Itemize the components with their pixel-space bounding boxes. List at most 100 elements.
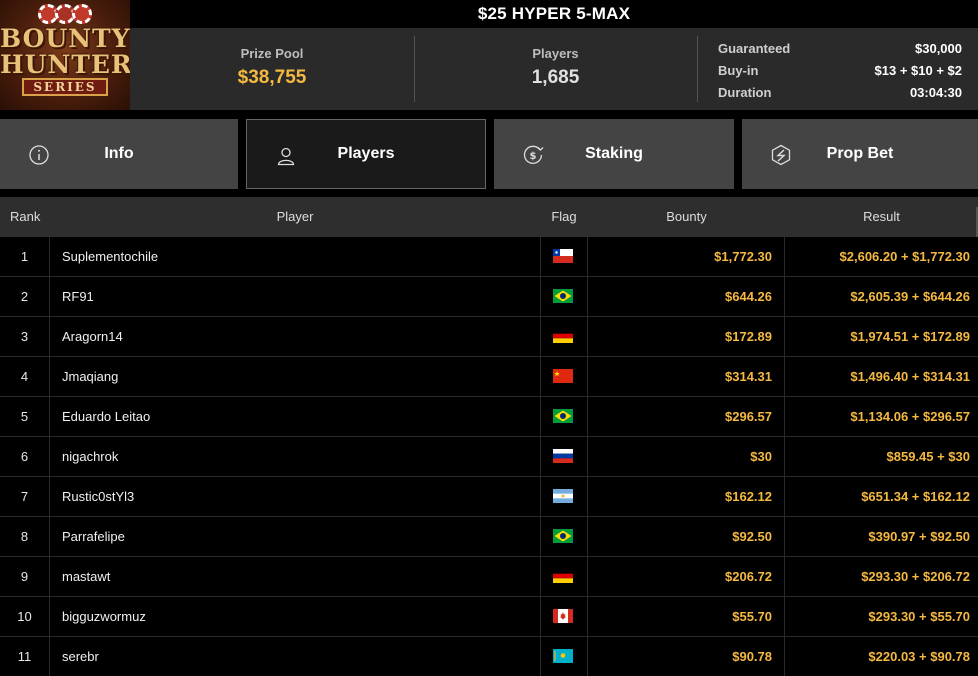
rank-cell: 1 (0, 237, 50, 277)
player-name[interactable]: Eduardo Leitao (62, 397, 532, 437)
brazil-flag-icon (553, 289, 573, 303)
brazil-flag-icon (553, 409, 573, 423)
germany-flag-icon (553, 569, 573, 583)
detail-duration: Duration 03:04:30 (718, 82, 962, 104)
tournament-title: $25 HYPER 5-MAX (130, 0, 978, 28)
flag-cell (540, 437, 588, 477)
flag-cell (540, 237, 588, 277)
table-row[interactable]: 4 Jmaqiang $314.31 $1,496.40 + $314.31 (0, 357, 978, 397)
flag-cell (540, 477, 588, 517)
bounty-cell: $296.57 (588, 397, 785, 437)
rank-cell: 7 (0, 477, 50, 517)
bounty-cell: $172.89 (588, 317, 785, 357)
table-row[interactable]: 9 mastawt $206.72 $293.30 + $206.72 (0, 557, 978, 597)
tournament-stats-panel: Prize Pool $38,755 Players 1,685 Guarant… (130, 28, 978, 110)
bounty-cell: $206.72 (588, 557, 785, 597)
stats-divider (697, 36, 698, 102)
player-name[interactable]: Jmaqiang (62, 357, 532, 397)
tab-label: Staking (585, 145, 643, 162)
bounty-cell: $314.31 (588, 357, 785, 397)
tab-label: Info (104, 145, 134, 162)
header-flag[interactable]: Flag (540, 197, 588, 237)
brazil-flag-icon (553, 529, 573, 543)
result-cell: $2,605.39 + $644.26 (850, 289, 970, 304)
germany-flag-icon (553, 329, 573, 343)
table-row[interactable]: 2 RF91 $644.26 $2,605.39 + $644.26 (0, 277, 978, 317)
prize-pool-label: Prize Pool (240, 46, 304, 61)
result-cell: $1,496.40 + $314.31 (850, 369, 970, 384)
detail-buy-in: Buy-in $13 + $10 + $2 (718, 60, 962, 82)
tab-players[interactable]: Players (246, 119, 486, 189)
table-row[interactable]: 8 Parrafelipe $92.50 $390.97 + $92.50 (0, 517, 978, 557)
flag-cell (540, 557, 588, 597)
chile-flag-icon (553, 249, 573, 263)
rank-cell: 5 (0, 397, 50, 437)
rank-cell: 8 (0, 517, 50, 557)
tab-label: Players (337, 145, 395, 162)
prize-pool-stat: Prize Pool $38,755 (130, 28, 414, 110)
result-cell: $293.30 + $55.70 (868, 609, 970, 624)
table-body: 1 Suplementochile $1,772.30 $2,606.20 + $1,… (0, 237, 978, 676)
table-row[interactable]: 7 Rustic0stYl3 $162.12 $651.34 + $162.12 (0, 477, 978, 517)
result-cell: $859.45 + $30 (886, 449, 971, 464)
player-name[interactable]: serebr (62, 637, 532, 676)
table-row[interactable]: 6 nigachrok $30 $859.45 + $30 (0, 437, 978, 477)
rank-cell: 10 (0, 597, 50, 637)
result-cell: $1,974.51 + $172.89 (850, 329, 970, 344)
header-player[interactable]: Player (50, 197, 540, 237)
rank-cell: 4 (0, 357, 50, 397)
result-cell: $2,606.20 + $1,772.30 (839, 249, 970, 264)
player-name[interactable]: bigguzwormuz (62, 597, 532, 637)
logo-word-hunters: HUNTERS (0, 50, 130, 79)
result-cell: $220.03 + $90.78 (868, 649, 970, 664)
bounty-cell: $90.78 (588, 637, 785, 676)
players-table: Rank Player Flag Bounty Result 1 Suplemen… (0, 197, 978, 676)
rank-cell: 6 (0, 437, 50, 477)
tournament-details: Guaranteed $30,000 Buy-in $13 + $10 + $2… (718, 38, 962, 104)
player-name[interactable]: Aragorn14 (62, 317, 532, 357)
table-row[interactable]: 1 Suplementochile $1,772.30 $2,606.20 + $1,… (0, 237, 978, 277)
player-name[interactable]: nigachrok (62, 437, 532, 477)
flag-cell (540, 277, 588, 317)
detail-guaranteed: Guaranteed $30,000 (718, 38, 962, 60)
table-row[interactable]: 11 serebr $90.78 $220.03 + $90.78 (0, 637, 978, 676)
table-row[interactable]: 5 Eduardo Leitao $296.57 $1,134.06 + $296.5… (0, 397, 978, 437)
rank-cell: 3 (0, 317, 50, 357)
result-cell: $1,134.06 + $296.57 (850, 409, 970, 424)
prize-pool-value: $38,755 (237, 67, 307, 88)
china-flag-icon (553, 369, 573, 383)
header-rank[interactable]: Rank (10, 197, 40, 237)
russia-flag-icon (553, 449, 573, 463)
canada-flag-icon (553, 609, 573, 623)
bounty-cell: $644.26 (588, 277, 785, 317)
kazakhstan-flag-icon (553, 649, 573, 663)
table-row[interactable]: 10 bigguzwormuz $55.70 $293.30 + $55.70 (0, 597, 978, 637)
result-cell: $390.97 + $92.50 (868, 529, 970, 544)
tournament-tabs: Info Players $ Staking Prop Bet (0, 119, 978, 189)
logo-word-bounty: BOUNTY (0, 24, 130, 53)
player-name[interactable]: Rustic0stYl3 (62, 477, 532, 517)
header-bounty[interactable]: Bounty (588, 197, 785, 237)
tab-prop-bet[interactable]: Prop Bet (742, 119, 978, 189)
players-value: 1,685 (531, 67, 580, 88)
detail-value: $13 + $10 + $2 (874, 63, 962, 78)
header-result[interactable]: Result (785, 197, 978, 237)
flag-cell (540, 597, 588, 637)
detail-label: Duration (718, 85, 772, 100)
tab-staking[interactable]: $ Staking (494, 119, 734, 189)
tab-info[interactable]: Info (0, 119, 238, 189)
table-header: Rank Player Flag Bounty Result (0, 197, 978, 237)
player-name[interactable]: Suplementochile (62, 237, 532, 277)
bounty-cell: $162.12 (588, 477, 785, 517)
flag-cell (540, 397, 588, 437)
argentina-flag-icon (553, 489, 573, 503)
poker-chips-icon (38, 4, 92, 24)
player-name[interactable]: RF91 (62, 277, 532, 317)
player-name[interactable]: Parrafelipe (62, 517, 532, 557)
result-cell: $293.30 + $206.72 (861, 569, 970, 584)
player-name[interactable]: mastawt (62, 557, 532, 597)
table-row[interactable]: 3 Aragorn14 $172.89 $1,974.51 + $172.89 (0, 317, 978, 357)
result-cell: $651.34 + $162.12 (861, 489, 970, 504)
detail-value: 03:04:30 (909, 85, 962, 100)
rank-cell: 11 (0, 637, 50, 676)
